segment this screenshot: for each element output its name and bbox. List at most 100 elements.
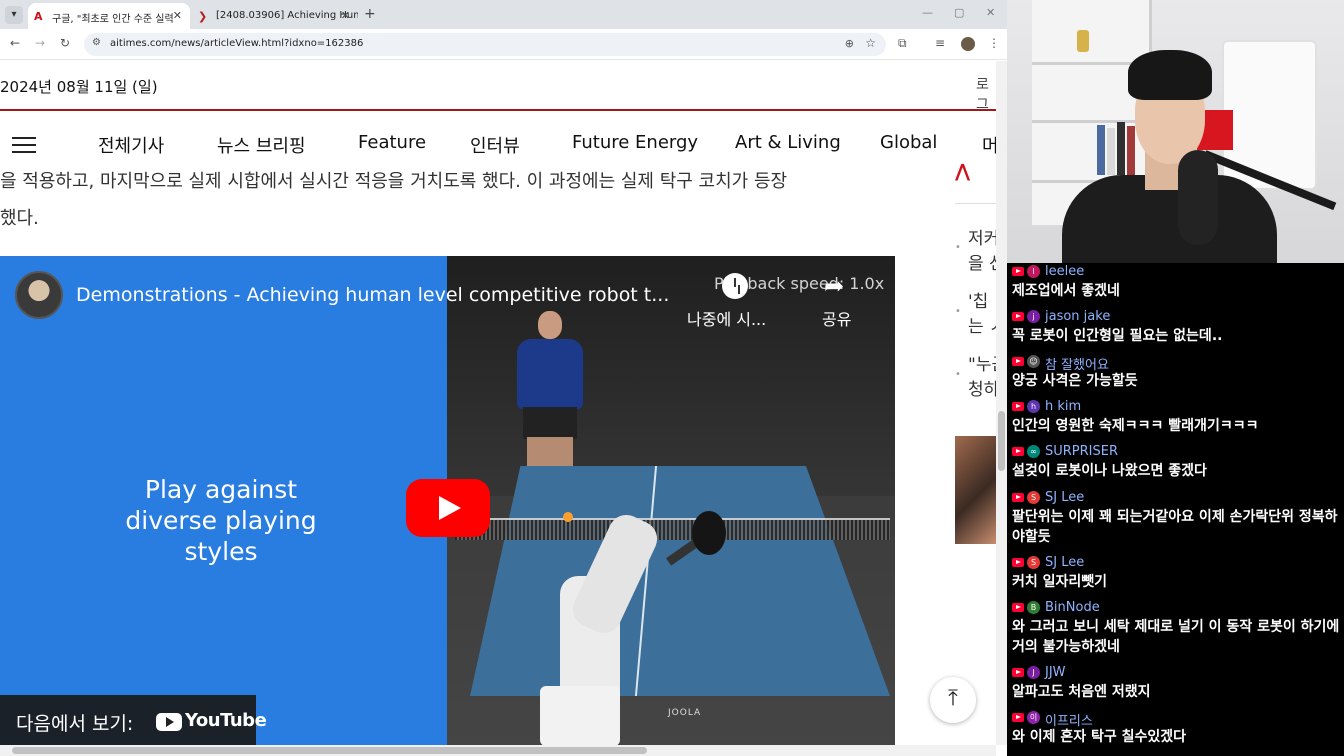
sidebar-headline[interactable]: 을 선 — [968, 249, 996, 274]
table-brand-label: JOOLA — [668, 708, 702, 718]
chat-username[interactable]: h kim — [1045, 399, 1081, 414]
new-tab-button[interactable]: + — [364, 6, 376, 22]
clock-icon[interactable] — [722, 273, 748, 299]
nav-item-global[interactable]: Global — [880, 132, 937, 153]
bullet-icon: • — [955, 306, 961, 317]
sidebar-headline[interactable]: 청하 — [968, 375, 996, 400]
site-info-icon[interactable]: ⚙ — [92, 37, 101, 48]
streamer-hair — [1128, 50, 1212, 100]
youtube-badge-icon — [1012, 447, 1024, 456]
chat-username[interactable]: leelee — [1045, 264, 1084, 279]
youtube-badge-icon — [1012, 312, 1024, 321]
chat-avatar: h — [1027, 400, 1040, 413]
chat-message-text: 설겆이 로봇이나 나왔으면 좋겠다 — [1012, 463, 1207, 479]
chat-message-text: 양궁 사격은 가능할듯 — [1012, 373, 1138, 389]
youtube-logo-icon — [156, 713, 182, 731]
close-tab-icon[interactable]: ✕ — [173, 9, 182, 22]
youtube-badge-icon — [1012, 493, 1024, 502]
tab-aitimes[interactable]: A 구글, "최초로 인간 수준 실력 ✕ — [28, 3, 190, 29]
address-bar[interactable]: ⚙ aitimes.com/news/articleView.html?idxn… — [84, 33, 886, 56]
forward-button[interactable]: → — [35, 36, 45, 50]
chat-username[interactable]: BinNode — [1045, 600, 1100, 615]
chat-message-text: 인간의 영원한 숙제ㅋㅋㅋ 빨래개기ㅋㅋㅋ — [1012, 418, 1259, 434]
nav-item-news-briefing[interactable]: 뉴스 브리핑 — [217, 132, 306, 158]
figurine — [1077, 30, 1089, 52]
chat-avatar: ☺ — [1027, 355, 1040, 368]
youtube-badge-icon — [1012, 402, 1024, 411]
maximize-button[interactable]: ▢ — [954, 6, 964, 19]
chat-message-text: 와 그러고 보니 세탁 제대로 널기 이 동작 로봇이 하기에 거의 불가능하겠… — [1012, 619, 1340, 655]
table-net — [455, 518, 890, 540]
watch-later-button[interactable]: 나중에 시... — [687, 306, 766, 330]
chat-avatar: S — [1027, 556, 1040, 569]
book — [1107, 128, 1115, 175]
browser-window: ▾ A 구글, "최초로 인간 수준 실력 ✕ ❯ [2408.03906] A… — [0, 0, 1007, 756]
ping-pong-ball — [563, 512, 573, 522]
sidebar-divider — [955, 203, 996, 204]
youtube-badge-icon — [1012, 668, 1024, 677]
chat-avatar: B — [1027, 601, 1040, 614]
nav-item-future-energy[interactable]: Future Energy — [572, 132, 698, 153]
channel-avatar[interactable] — [15, 271, 63, 319]
nav-item-all-articles[interactable]: 전체기사 — [98, 132, 164, 158]
video-title[interactable]: Demonstrations - Achieving human level c… — [76, 284, 669, 306]
zoom-icon[interactable]: ⊕ — [845, 37, 854, 50]
arxiv-favicon-icon: ❯ — [198, 10, 208, 23]
profile-avatar[interactable] — [961, 37, 975, 51]
close-window-button[interactable]: ✕ — [986, 6, 995, 19]
sidebar-headline[interactable]: "누근 — [968, 350, 996, 375]
nav-item-interview[interactable]: 인터뷰 — [470, 132, 520, 158]
book — [1127, 126, 1135, 175]
chat-username[interactable]: SJ Lee — [1045, 490, 1084, 505]
header-divider — [0, 109, 996, 111]
login-link[interactable]: 로그 — [976, 74, 996, 114]
chat-username[interactable]: JJW — [1045, 665, 1066, 680]
chat-avatar: 이 — [1027, 711, 1040, 724]
article-page: 2024년 08월 11일 (일) 로그 전체기사 뉴스 브리핑 Feature… — [0, 61, 996, 745]
sidebar-headline[interactable]: 는 ㅅ — [968, 312, 996, 337]
scroll-to-top-button[interactable]: ⤒ — [930, 677, 976, 723]
chat-username[interactable]: jason jake — [1045, 309, 1110, 324]
hamburger-menu-icon[interactable] — [12, 137, 36, 154]
horizontal-scrollbar[interactable] — [0, 745, 996, 756]
youtube-badge-icon — [1012, 558, 1024, 567]
chat-avatar: j — [1027, 310, 1040, 323]
tab-arxiv[interactable]: ❯ [2408.03906] Achieving Huma ✕ — [192, 3, 358, 29]
media-control-icon[interactable]: ≡ — [935, 36, 945, 50]
youtube-badge-icon — [1012, 357, 1024, 366]
promo-text: Play against diverse playing styles — [125, 475, 317, 566]
minimize-button[interactable]: — — [922, 6, 933, 19]
extensions-icon[interactable]: ⧉ — [898, 36, 907, 51]
youtube-embed[interactable]: JOOLA Demonstrations - Achieving human l… — [0, 256, 895, 745]
nav-item-art-living[interactable]: Art & Living — [735, 132, 841, 153]
chat-username[interactable]: SJ Lee — [1045, 555, 1084, 570]
chat-username[interactable]: SURPRISER — [1045, 444, 1118, 459]
nav-item-more[interactable]: 머 — [982, 132, 996, 158]
sidebar-headline[interactable]: '칩 — [968, 287, 988, 312]
share-button[interactable]: 공유 — [822, 306, 851, 330]
chat-avatar: l — [1027, 265, 1040, 278]
vertical-scrollbar[interactable] — [996, 61, 1007, 745]
reload-button[interactable]: ↻ — [60, 36, 70, 50]
sidebar-headline[interactable]: 저커 — [968, 224, 996, 249]
bookmark-star-icon[interactable]: ☆ — [865, 36, 876, 50]
chat-avatar: J — [1027, 666, 1040, 679]
url-text[interactable]: aitimes.com/news/articleView.html?idxno=… — [110, 38, 363, 49]
watch-on-label: 다음에서 보기: — [16, 713, 134, 735]
youtube-badge-icon — [1012, 603, 1024, 612]
article-body-line: 을 적용하고, 마지막으로 실제 시합에서 실시간 적응을 거치도록 했다. 이… — [0, 171, 788, 192]
watch-on-youtube-button[interactable]: 다음에서 보기: YouTube — [0, 695, 267, 745]
browser-toolbar: ← → ↻ ⚙ aitimes.com/news/articleView.htm… — [0, 29, 1007, 60]
tab-strip: ▾ A 구글, "최초로 인간 수준 실력 ✕ ❯ [2408.03906] A… — [0, 0, 1007, 29]
tab-list-button[interactable]: ▾ — [5, 6, 23, 24]
browser-menu-icon[interactable]: ⋮ — [988, 36, 1000, 50]
chat-message-text: 팔단위는 이제 꽤 되는거같아요 이제 손가락단위 정복하야할듯 — [1012, 509, 1338, 545]
nav-item-feature[interactable]: Feature — [358, 132, 426, 153]
close-tab-icon[interactable]: ✕ — [341, 9, 350, 22]
sidebar-thumbnail[interactable] — [955, 436, 996, 544]
play-button[interactable] — [406, 479, 490, 537]
tab-title: 구글, "최초로 인간 수준 실력 — [52, 14, 174, 25]
back-button[interactable]: ← — [10, 36, 20, 50]
article-date: 2024년 08월 11일 (일) — [0, 78, 158, 96]
share-icon[interactable]: ➦ — [824, 272, 844, 300]
